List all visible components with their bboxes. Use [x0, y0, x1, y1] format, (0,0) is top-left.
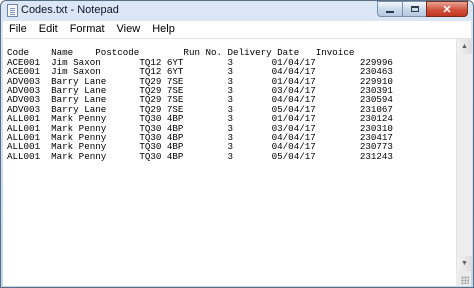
title-bar[interactable]: Codes.txt - Notepad ✕: [1, 1, 473, 20]
resize-grip-icon[interactable]: [461, 276, 469, 284]
editor-text: Code Name Postcode Run No. Delivery Date…: [7, 39, 393, 180]
close-button[interactable]: ✕: [426, 1, 468, 17]
menu-edit[interactable]: Edit: [33, 21, 64, 38]
maximize-icon: [410, 6, 419, 12]
menu-file[interactable]: File: [3, 21, 33, 38]
scroll-up-button[interactable]: ▲: [457, 39, 472, 54]
text-editor[interactable]: Code Name Postcode Run No. Delivery Date…: [3, 39, 456, 286]
scroll-down-button[interactable]: ▼: [457, 256, 472, 271]
close-icon: ✕: [442, 3, 452, 16]
vertical-scrollbar[interactable]: ▲ ▼: [456, 39, 472, 271]
maximize-button[interactable]: [402, 1, 426, 17]
menu-view[interactable]: View: [111, 21, 147, 38]
arrow-up-icon: ▲: [461, 43, 468, 50]
menu-help[interactable]: Help: [146, 21, 181, 38]
minimize-icon: [386, 10, 394, 13]
arrow-down-icon: ▼: [461, 260, 468, 267]
menu-bar: File Edit Format View Help: [3, 21, 471, 39]
notepad-window: Codes.txt - Notepad ✕ File Edit Format V…: [0, 0, 474, 288]
window-title: Codes.txt - Notepad: [21, 4, 119, 16]
notepad-icon[interactable]: [7, 4, 18, 17]
menu-format[interactable]: Format: [64, 21, 111, 38]
minimize-button[interactable]: [377, 1, 402, 17]
resize-corner[interactable]: [456, 271, 471, 286]
caption-buttons: ✕: [377, 1, 468, 18]
text-line: ALL001 Mark Penny TQ30 4BP 3 05/04/17 23…: [7, 150, 393, 162]
